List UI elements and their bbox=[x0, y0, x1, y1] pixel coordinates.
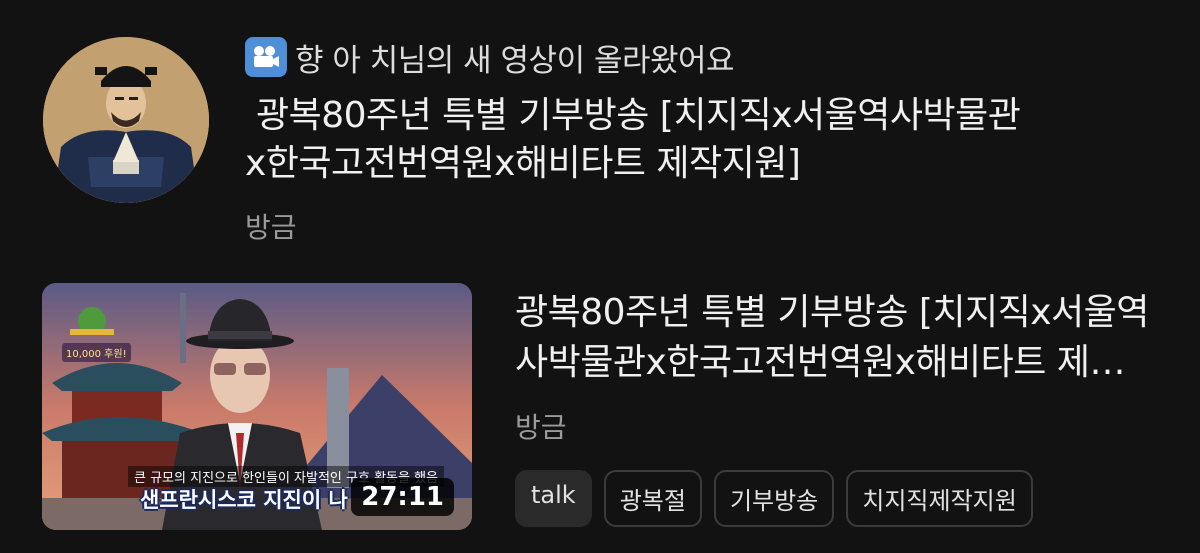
tag-chip[interactable]: talk bbox=[515, 470, 592, 527]
video-camera-icon bbox=[245, 37, 287, 77]
channel-avatar[interactable] bbox=[43, 37, 209, 203]
video-timestamp: 방금 bbox=[515, 411, 567, 444]
tag-list: talk 광복절 기부방송 치지직제작지원 bbox=[515, 470, 1155, 527]
notification-header: 향 아 치님의 새 영상이 올라왔어요 bbox=[245, 30, 1175, 84]
notification-header-text: 향 아 치님의 새 영상이 올라왔어요 bbox=[295, 42, 735, 79]
video-duration-badge: 27:11 bbox=[351, 478, 454, 516]
notification[interactable]: 향 아 치님의 새 영상이 올라왔어요 광복80주년 특별 기부방송 [치지직x… bbox=[245, 30, 1175, 246]
tag-chip[interactable]: 치지직제작지원 bbox=[846, 470, 1033, 527]
notification-title: 광복80주년 특별 기부방송 [치지직x서울역사박물관 x한국고전번역원x해비타… bbox=[245, 95, 1021, 184]
notification-timestamp: 방금 bbox=[245, 211, 297, 244]
thumbnail-subtitle-large: 샌프란시스코 지진이 나 bbox=[140, 488, 348, 512]
video-thumbnail[interactable]: 10,000 후원! 큰 규모의 지진으로 한인들이 자발적인 구호 활동을 했… bbox=[42, 283, 472, 530]
video-title[interactable]: 광복80주년 특별 기부방송 [치지직x서울역사박물관x한국고전번역원x해비타트… bbox=[515, 288, 1155, 388]
video-info[interactable]: 광복80주년 특별 기부방송 [치지직x서울역사박물관x한국고전번역원x해비타트… bbox=[515, 288, 1155, 527]
donation-overlay: 10,000 후원! bbox=[62, 343, 131, 362]
tag-chip[interactable]: 기부방송 bbox=[713, 470, 835, 527]
tag-chip[interactable]: 광복절 bbox=[603, 470, 702, 527]
portrait-illustration bbox=[43, 37, 209, 203]
